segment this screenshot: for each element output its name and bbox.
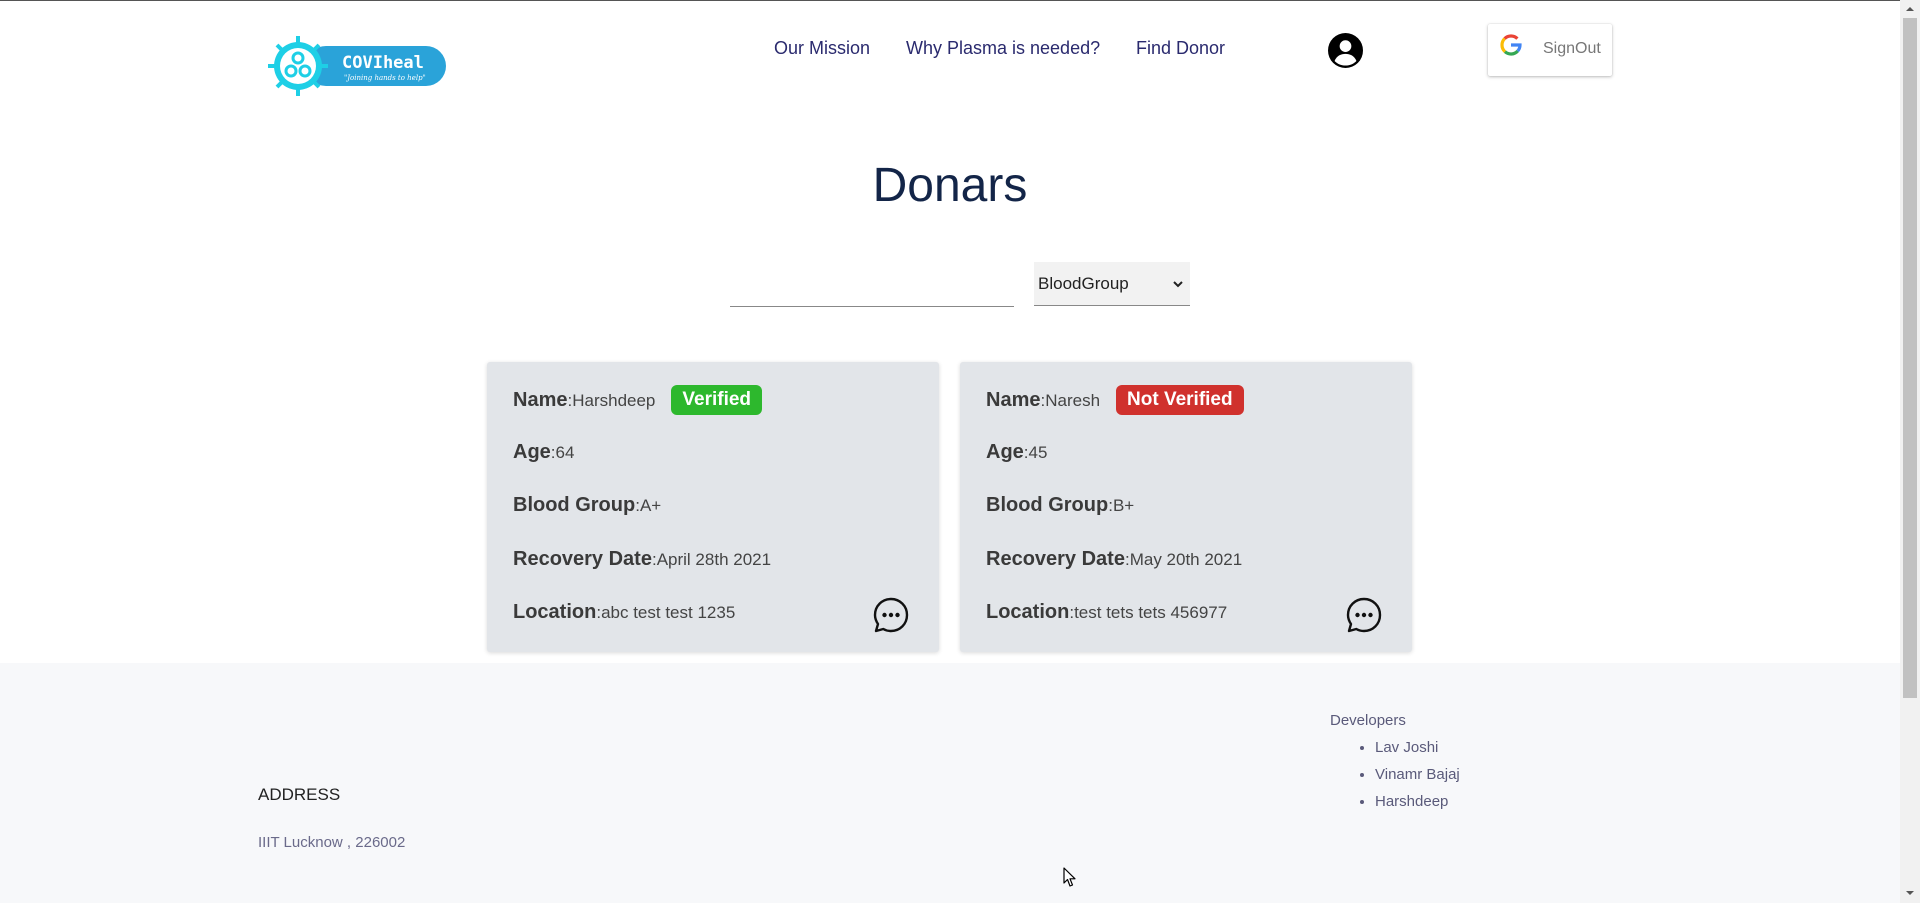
chevron-down-icon xyxy=(1172,277,1184,289)
developer-item: Lav Joshi xyxy=(1375,739,1460,766)
signout-button[interactable]: SignOut xyxy=(1488,24,1612,76)
mouse-cursor-icon xyxy=(1063,867,1077,888)
vertical-scrollbar[interactable] xyxy=(1900,0,1920,903)
donor-recovery-row: Recovery Date:May 20th 2021 xyxy=(986,548,1242,574)
donor-age-row: Age:45 xyxy=(986,441,1047,467)
nav-why-plasma[interactable]: Why Plasma is needed? xyxy=(906,38,1100,62)
location-label: Location xyxy=(986,601,1070,623)
donor-recovery-row: Recovery Date:April 28th 2021 xyxy=(513,548,771,574)
donor-location-row: Location:abc test test 1235 xyxy=(513,601,735,627)
developers-list: Lav Joshi Vinamr Bajaj Harshdeep xyxy=(1330,739,1460,820)
donor-name-row: Name:Harshdeep Verified xyxy=(513,385,763,415)
verified-badge: Verified xyxy=(671,385,763,415)
coviheal-logo[interactable]: COVIheal "Joining hands to help" xyxy=(268,32,448,100)
donor-blood-group-row: Blood Group:A+ xyxy=(513,494,661,520)
age-label: Age xyxy=(986,441,1024,463)
developer-item: Vinamr Bajaj xyxy=(1375,766,1460,793)
blood-group-label: Blood Group xyxy=(986,494,1109,516)
window-top-border xyxy=(0,0,1920,1)
donor-name: Harshdeep xyxy=(572,391,656,411)
developers-heading: Developers xyxy=(1330,712,1406,729)
age-label: Age xyxy=(513,441,551,463)
chat-bubble-icon[interactable] xyxy=(872,596,910,634)
page-title: Donars xyxy=(872,159,1028,212)
recovery-date-label: Recovery Date xyxy=(986,548,1125,570)
svg-text:COVIheal: COVIheal xyxy=(342,53,424,73)
donor-location: abc test test 1235 xyxy=(601,603,736,622)
donor-blood-group: A+ xyxy=(639,496,662,515)
svg-text:"Joining hands to help": "Joining hands to help" xyxy=(344,74,426,82)
name-label: Name xyxy=(513,389,568,412)
address-heading: ADDRESS xyxy=(258,785,341,804)
chat-bubble-icon[interactable] xyxy=(1345,596,1383,634)
donor-age-row: Age:64 xyxy=(513,441,574,467)
donor-location: test tets tets 456977 xyxy=(1074,603,1228,622)
donor-blood-group: B+ xyxy=(1112,496,1135,515)
developer-item: Harshdeep xyxy=(1375,793,1460,820)
donor-card: Name:Harshdeep Verified Age:64 Blood Grou… xyxy=(487,362,939,652)
donor-location-row: Location:test tets tets 456977 xyxy=(986,601,1227,627)
nav-find-donor[interactable]: Find Donor xyxy=(1136,38,1225,62)
name-label: Name xyxy=(986,389,1041,412)
footer: ADDRESS IIIT Lucknow , 226002 Developers… xyxy=(0,663,1900,903)
donor-name-row: Name:Naresh Not Verified xyxy=(986,385,1244,415)
blood-group-select[interactable]: BloodGroup xyxy=(1034,262,1190,306)
donor-blood-group-row: Blood Group:B+ xyxy=(986,494,1134,520)
donor-card: Name:Naresh Not Verified Age:45 Blood Gro… xyxy=(960,362,1412,652)
donor-age: 64 xyxy=(555,443,575,462)
google-icon xyxy=(1500,34,1522,56)
scroll-down-arrow-icon[interactable] xyxy=(1900,886,1920,900)
search-input[interactable] xyxy=(730,268,1014,307)
blood-group-label: Blood Group xyxy=(513,494,636,516)
recovery-date-label: Recovery Date xyxy=(513,548,652,570)
not-verified-badge: Not Verified xyxy=(1116,385,1244,415)
scrollbar-thumb[interactable] xyxy=(1903,18,1917,698)
scroll-up-arrow-icon[interactable] xyxy=(1900,2,1920,16)
location-label: Location xyxy=(513,601,597,623)
donor-age: 45 xyxy=(1028,443,1048,462)
address-text: IIIT Lucknow , 226002 xyxy=(258,834,406,851)
signout-label: SignOut xyxy=(1543,40,1601,57)
blood-group-select-value: BloodGroup xyxy=(1038,274,1129,293)
donor-name: Naresh xyxy=(1045,391,1101,411)
nav-our-mission[interactable]: Our Mission xyxy=(774,38,870,62)
donor-recovery-date: May 20th 2021 xyxy=(1129,550,1243,569)
donor-recovery-date: April 28th 2021 xyxy=(656,550,772,569)
account-circle-icon[interactable] xyxy=(1328,33,1363,68)
